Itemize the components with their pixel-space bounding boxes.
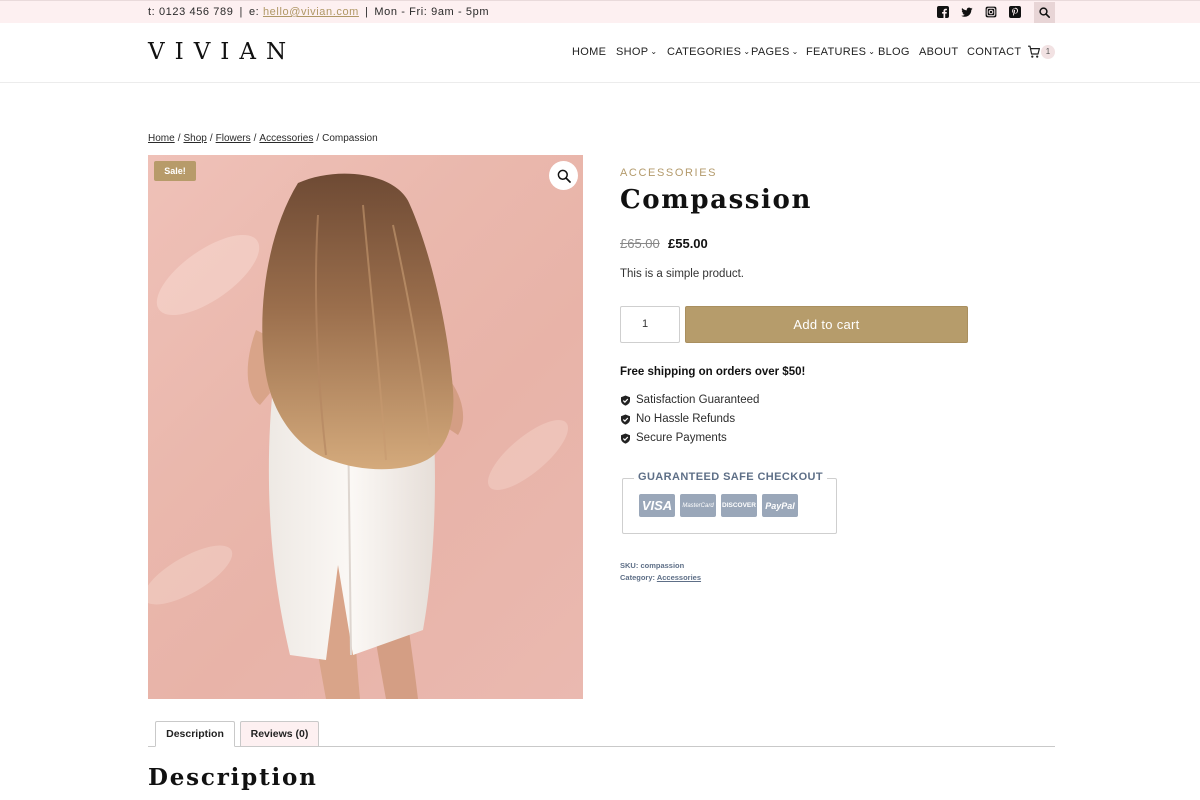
nav-contact[interactable]: CONTACT — [967, 46, 1021, 58]
quantity-input[interactable]: 1 — [620, 306, 680, 343]
product-category[interactable]: ACCESSORIES — [620, 167, 717, 179]
shield-check-icon — [621, 433, 630, 444]
shield-check-icon — [621, 395, 630, 406]
short-description: This is a simple product. — [620, 268, 744, 280]
mastercard-icon: MasterCard — [680, 494, 716, 517]
nav-features[interactable]: FEATURES ⌄ — [806, 46, 875, 58]
sale-badge: Sale! — [154, 161, 196, 181]
price-old: £65.00 — [620, 236, 660, 251]
tab-description[interactable]: Description — [155, 721, 235, 747]
price-new: £55.00 — [668, 236, 708, 251]
feature-item: Satisfaction Guaranteed — [620, 394, 759, 406]
facebook-icon[interactable] — [937, 6, 949, 18]
site-logo[interactable]: VIVIAN — [148, 39, 296, 65]
phone-text: t: 0123 456 789 — [148, 6, 234, 18]
product-title: Compassion — [620, 185, 812, 215]
breadcrumb-flowers[interactable]: Flowers — [216, 133, 251, 144]
visa-card-icon: VISA — [639, 494, 675, 517]
feature-item: Secure Payments — [620, 432, 727, 444]
category-row: Category: Accessories — [620, 573, 702, 582]
breadcrumb-shop[interactable]: Shop — [183, 133, 206, 144]
site-header: VIVIAN HOME SHOP ⌄ CATEGORIES ⌄ PAGES ⌄ FEA… — [0, 23, 1200, 83]
zoom-button[interactable] — [549, 161, 578, 190]
safe-checkout-title: GUARANTEED SAFE CHECKOUT — [634, 471, 827, 483]
description-heading: Description — [148, 764, 318, 791]
shipping-note: Free shipping on orders over $50! — [620, 366, 806, 378]
feature-item: No Hassle Refunds — [620, 413, 735, 425]
top-bar: t: 0123 456 789 | e: hello@vivian.com | Mon … — [0, 0, 1200, 23]
search-icon — [1039, 7, 1050, 18]
search-button[interactable] — [1034, 2, 1055, 23]
breadcrumb: Home / Shop / Flowers / Accessories / Compassion — [148, 133, 378, 144]
nav-shop[interactable]: SHOP ⌄ — [616, 46, 657, 58]
chevron-down-icon: ⌄ — [791, 47, 799, 56]
sku-row: SKU: compassion — [620, 561, 685, 570]
paypal-icon: PayPal — [762, 494, 798, 517]
magnifier-icon — [557, 169, 571, 183]
add-to-cart-button[interactable]: Add to cart — [685, 306, 968, 343]
hours-text: Mon - Fri: 9am - 5pm — [374, 6, 490, 18]
cart-icon[interactable] — [1027, 45, 1040, 59]
breadcrumb-home[interactable]: Home — [148, 133, 175, 144]
nav-blog[interactable]: BLOG — [878, 46, 910, 58]
twitter-icon[interactable] — [961, 6, 973, 18]
nav-about[interactable]: ABOUT — [919, 46, 958, 58]
instagram-icon[interactable] — [985, 6, 997, 18]
chevron-down-icon: ⌄ — [650, 47, 658, 56]
nav-pages[interactable]: PAGES ⌄ — [751, 46, 799, 58]
pinterest-icon[interactable] — [1009, 6, 1021, 18]
email-link[interactable]: hello@vivian.com — [263, 6, 359, 18]
breadcrumb-accessories[interactable]: Accessories — [259, 133, 313, 144]
chevron-down-icon: ⌄ — [743, 47, 751, 56]
contact-info: t: 0123 456 789 | e: hello@vivian.com | Mon … — [148, 6, 490, 18]
category-link[interactable]: Accessories — [657, 573, 701, 582]
nav-home[interactable]: HOME — [572, 46, 606, 58]
tab-reviews[interactable]: Reviews (0) — [240, 721, 319, 747]
discover-card-icon: DISCOVER — [721, 494, 757, 517]
product-image[interactable] — [148, 155, 583, 699]
nav-categories[interactable]: CATEGORIES ⌄ — [667, 46, 750, 58]
cart-count-badge[interactable]: 1 — [1041, 45, 1055, 59]
sku-value: compassion — [640, 561, 685, 570]
chevron-down-icon: ⌄ — [868, 47, 876, 56]
shield-check-icon — [621, 414, 630, 425]
breadcrumb-current: Compassion — [322, 133, 378, 144]
